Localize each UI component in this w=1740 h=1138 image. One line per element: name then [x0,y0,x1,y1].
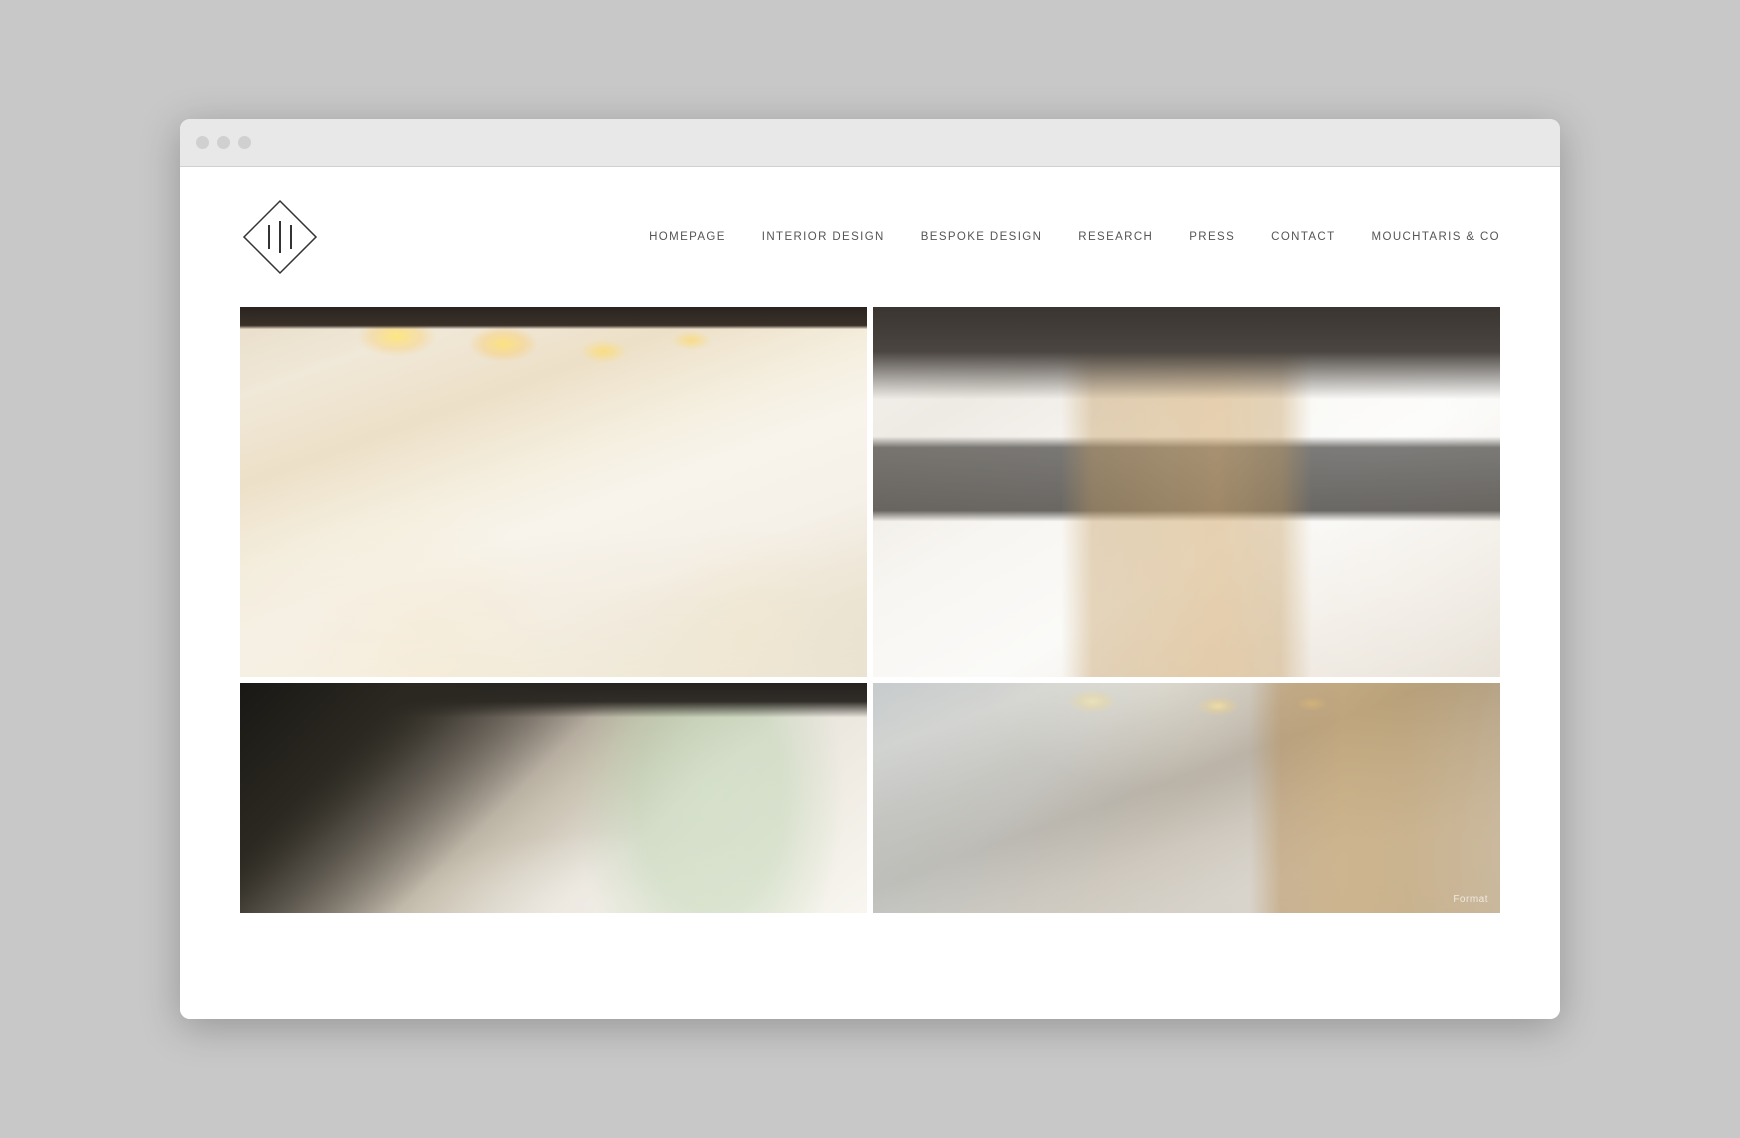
room-3-image [240,683,867,913]
browser-dot-green [238,136,251,149]
site-header: HOMEPAGE INTERIOR DESIGN BESPOKE DESIGN … [180,167,1560,307]
gallery-room-2[interactable] [873,307,1500,677]
gallery-room-4[interactable]: Format [873,683,1500,913]
gallery-room-3[interactable] [240,683,867,913]
browser-dot-yellow [217,136,230,149]
nav-item-interior-design[interactable]: INTERIOR DESIGN [762,231,885,243]
gallery-room-1[interactable] [240,307,867,677]
site-nav: HOMEPAGE INTERIOR DESIGN BESPOKE DESIGN … [649,231,1500,243]
nav-item-press[interactable]: PRESS [1189,231,1235,243]
browser-chrome [180,119,1560,167]
browser-window: HOMEPAGE INTERIOR DESIGN BESPOKE DESIGN … [180,119,1560,1019]
nav-item-research[interactable]: RESEARCH [1078,231,1153,243]
nav-item-bespoke-design[interactable]: BESPOKE DESIGN [921,231,1043,243]
site-content: HOMEPAGE INTERIOR DESIGN BESPOKE DESIGN … [180,167,1560,1019]
photo-gallery: Format [180,307,1560,953]
nav-item-contact[interactable]: CONTACT [1271,231,1335,243]
nav-item-mouchtaris-co[interactable]: MOUCHTARIS & CO [1372,231,1500,243]
room-2-image [873,307,1500,677]
room-1-image [240,307,867,677]
room-4-image [873,683,1500,913]
nav-item-homepage[interactable]: HOMEPAGE [649,231,726,243]
format-watermark: Format [1453,894,1488,905]
site-logo[interactable] [240,197,320,277]
browser-dot-red [196,136,209,149]
